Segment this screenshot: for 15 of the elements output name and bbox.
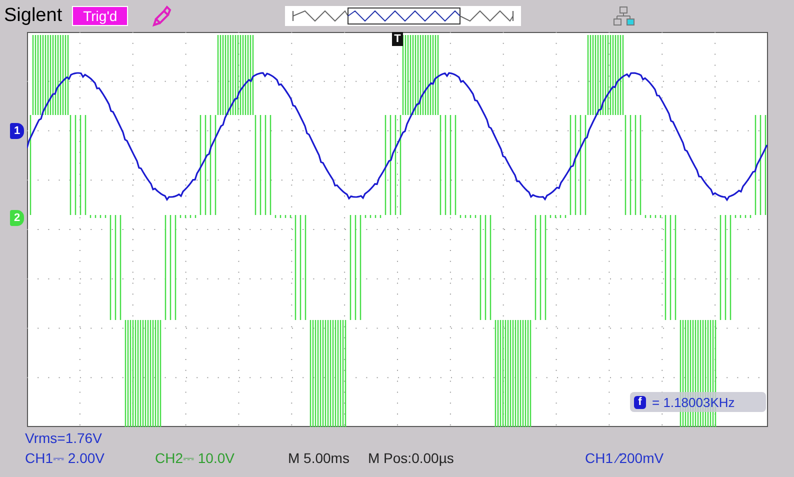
- frequency-value: = 1.18003KHz: [652, 394, 735, 410]
- channel-marker: 2: [10, 210, 24, 226]
- status-text: CH2⎓ 10.0V: [155, 450, 236, 467]
- channel-marker: 1: [10, 123, 24, 139]
- trigger-marker: T: [392, 32, 403, 46]
- rms-measurement: Vrms=1.76V: [25, 430, 103, 446]
- status-text: CH1 ⁄200mV: [585, 450, 664, 467]
- probe-icon: [152, 5, 172, 27]
- trigger-status: Trig'd: [72, 6, 128, 26]
- brand-label: Siglent: [4, 5, 62, 27]
- frequency-badge: f: [634, 396, 646, 408]
- status-text: CH1⎓ 2.00V: [25, 450, 106, 467]
- status-text: M 5.00ms: [288, 450, 350, 467]
- status-text: M Pos:0.00µs: [368, 450, 455, 467]
- network-icon: [613, 6, 636, 26]
